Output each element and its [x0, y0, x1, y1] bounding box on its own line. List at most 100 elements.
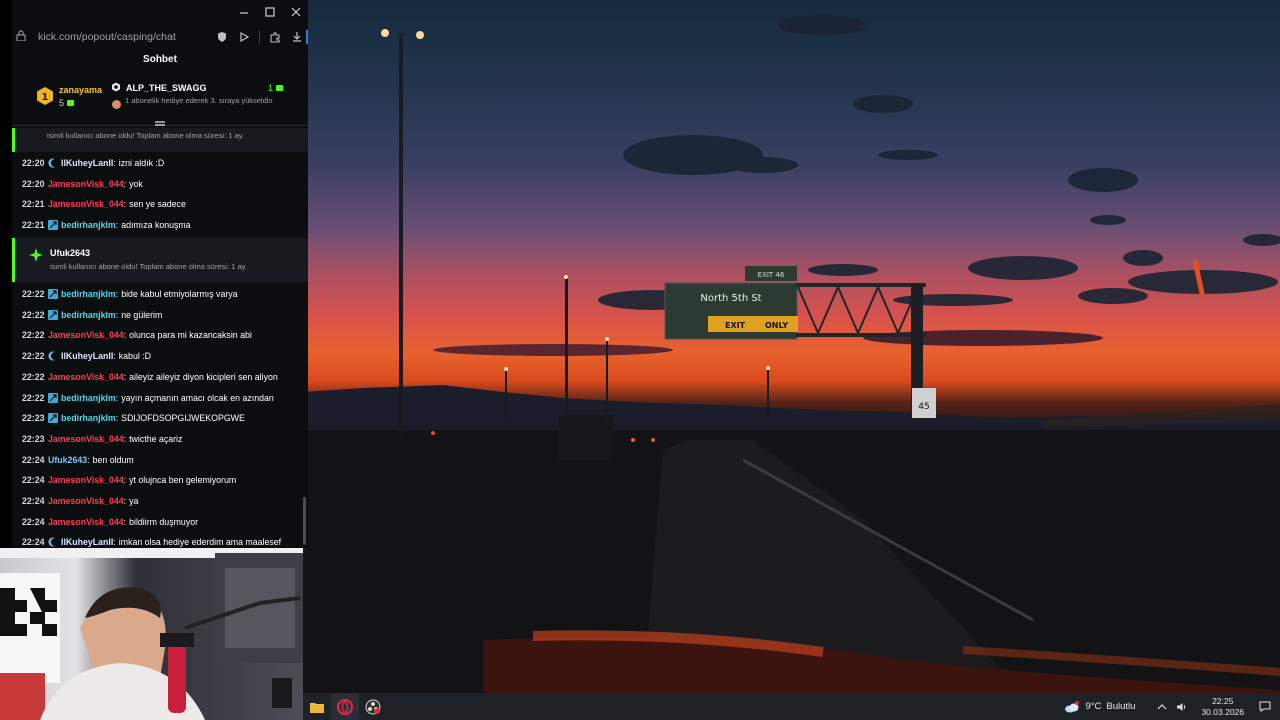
message-username[interactable]: JamesonVisk_044 [48, 496, 124, 506]
message-username[interactable]: bedirhanjklm [61, 413, 116, 423]
subscriber-badge-icon [48, 392, 58, 403]
weather-widget[interactable]: 9°C Bulutlu [1064, 700, 1136, 713]
gift-icon [276, 85, 284, 91]
address-bar[interactable]: kick.com/popout/casping/chat [12, 26, 308, 48]
subscription-text: isimli kullanıcı abone oldu! Toplam abon… [50, 262, 247, 271]
message-time: 22:24 [22, 454, 45, 465]
pinned-gifter-message: 1 abonelik hediye ederek 3. sıraya yükse… [125, 96, 273, 105]
clock-date: 30.03.2026 [1201, 706, 1244, 717]
file-explorer-icon[interactable] [303, 693, 331, 720]
message-username[interactable]: JamesonVisk_044 [48, 475, 124, 485]
download-icon[interactable] [290, 30, 304, 44]
message-colon: : [115, 392, 119, 403]
message-username[interactable]: IlKuheyLanII [61, 537, 113, 547]
message-time: 22:24 [22, 516, 45, 527]
message-username[interactable]: JamesonVisk_044 [48, 517, 124, 527]
chat-popout-window: kick.com/popout/casping/chat Sohbet 1 za… [12, 0, 308, 548]
message-username[interactable]: bedirhanjklm [61, 289, 116, 299]
minimize-icon[interactable] [236, 4, 252, 20]
window-controls [236, 4, 304, 20]
collapse-icon[interactable] [153, 118, 167, 131]
message-time: 22:22 [22, 309, 45, 320]
close-icon[interactable] [288, 4, 304, 20]
message-colon: : [123, 199, 127, 210]
message-username[interactable]: JamesonVisk_044 [48, 434, 124, 444]
message-username[interactable]: bedirhanjklm [61, 220, 116, 230]
shield-icon[interactable] [215, 30, 229, 44]
url-text[interactable]: kick.com/popout/casping/chat [38, 31, 215, 43]
chat-message: 22:21 bedirhanjklm: adımıza konuşma [22, 217, 191, 233]
message-time: 22:24 [22, 496, 45, 506]
gift-icon [67, 100, 75, 106]
message-time: 22:22 [22, 330, 45, 341]
weather-desc: Bulutlu [1106, 701, 1136, 712]
sparkle-icon [29, 248, 43, 262]
play-icon[interactable] [237, 30, 251, 44]
pinned-gifter-count-value: 1 [268, 83, 274, 93]
chat-message: 22:22 JamesonVisk_044: olunca para mi kaza… [22, 327, 252, 343]
message-time: 22:23 [22, 433, 45, 444]
chevron-up-icon[interactable] [1155, 700, 1169, 714]
screen: EXIT 46 North 5th St EXIT ONLY 45 kick.c… [0, 0, 1280, 720]
subscription-card: Ufuk2643 isimli kullanıcı abone oldu! To… [12, 238, 308, 282]
hexagon-user-icon [112, 82, 120, 92]
browser-toolbar [215, 30, 304, 44]
top-gifter-name[interactable]: zanayama [59, 85, 102, 95]
webcam-overlay [0, 548, 303, 720]
message-text: SDIJOFDSOPGIJWEKOPGWE [121, 413, 245, 424]
moon-badge-icon [48, 351, 55, 361]
chat-message: 22:24 IlKuheyLanII: imkan olsa hediye eder… [22, 534, 281, 548]
clock[interactable]: 22:25 30.03.2026 [1201, 696, 1244, 718]
message-username[interactable]: bedirhanjklm [61, 310, 116, 320]
message-text: bildiirm duşmuyor [129, 516, 199, 527]
pinned-gifter-name[interactable]: ALP_THE_SWAGG [126, 83, 207, 93]
message-username[interactable]: Ufuk2643 [48, 455, 87, 465]
cloud-icon [1065, 700, 1080, 712]
exit-tab-text: EXIT 46 [758, 271, 785, 279]
subscription-notice-text: isimli kullanıcı abone oldu! Toplam abon… [47, 131, 244, 140]
message-time: 22:23 [22, 413, 45, 424]
message-colon: : [123, 178, 127, 189]
message-colon: : [113, 537, 116, 548]
volume-icon[interactable] [1175, 700, 1189, 714]
system-tray: 9°C Bulutlu 22:25 30.03.2026 [1064, 693, 1280, 720]
message-colon: : [123, 433, 127, 444]
message-colon: : [113, 351, 116, 362]
leaderboard: 1 zanayama 5 ALP_THE_SWAGG 1 1 abonelik … [12, 76, 308, 124]
message-colon: : [87, 454, 90, 465]
maximize-icon[interactable] [262, 4, 278, 20]
message-text: sen ye sadece [129, 199, 186, 210]
message-text: ne gülerim [121, 309, 163, 320]
obs-icon[interactable] [359, 693, 387, 720]
message-text: imkan olsa hediye ederdim ama maalesef [118, 537, 282, 548]
message-colon: : [115, 220, 119, 231]
message-time: 22:22 [22, 392, 45, 403]
message-username[interactable]: JamesonVisk_044 [48, 179, 124, 189]
opera-gx-icon[interactable] [331, 693, 359, 720]
chat-message: 22:24 JamesonVisk_044: ya [22, 493, 138, 509]
pinned-gifter-count: 1 [268, 83, 284, 93]
message-text: yok [129, 178, 143, 189]
message-time: 22:24 [22, 537, 45, 548]
message-time: 22:22 [22, 371, 45, 382]
message-text: bide kabul etmiyolarmış varya [121, 289, 238, 299]
extensions-icon[interactable] [268, 30, 282, 44]
subscriber-badge-icon [48, 413, 58, 424]
subscriber-name[interactable]: Ufuk2643 [50, 248, 90, 258]
sunset-highway-scene: EXIT 46 North 5th St EXIT ONLY 45 [303, 15, 1280, 693]
message-text: yt olujnca ben gelemiyorum [129, 475, 237, 486]
sign-street-text: North 5th St [700, 293, 761, 304]
rank-number: 1 [42, 92, 49, 103]
message-time: 22:21 [22, 199, 45, 210]
notification-icon[interactable] [1258, 700, 1272, 714]
top-gifter-count-value: 5 [59, 98, 65, 108]
message-text: kabul :D [118, 351, 152, 362]
message-username[interactable]: IlKuheyLanII [61, 351, 113, 361]
message-username[interactable]: bedirhanjklm [61, 393, 116, 403]
chat-scrollbar[interactable] [303, 497, 306, 545]
chat-message: 22:20 JamesonVisk_044: yok [22, 176, 143, 192]
message-username[interactable]: JamesonVisk_044 [48, 199, 124, 209]
message-username[interactable]: JamesonVisk_044 [48, 372, 124, 382]
message-username[interactable]: IlKuheyLanII [61, 158, 113, 168]
message-username[interactable]: JamesonVisk_044 [48, 330, 124, 340]
